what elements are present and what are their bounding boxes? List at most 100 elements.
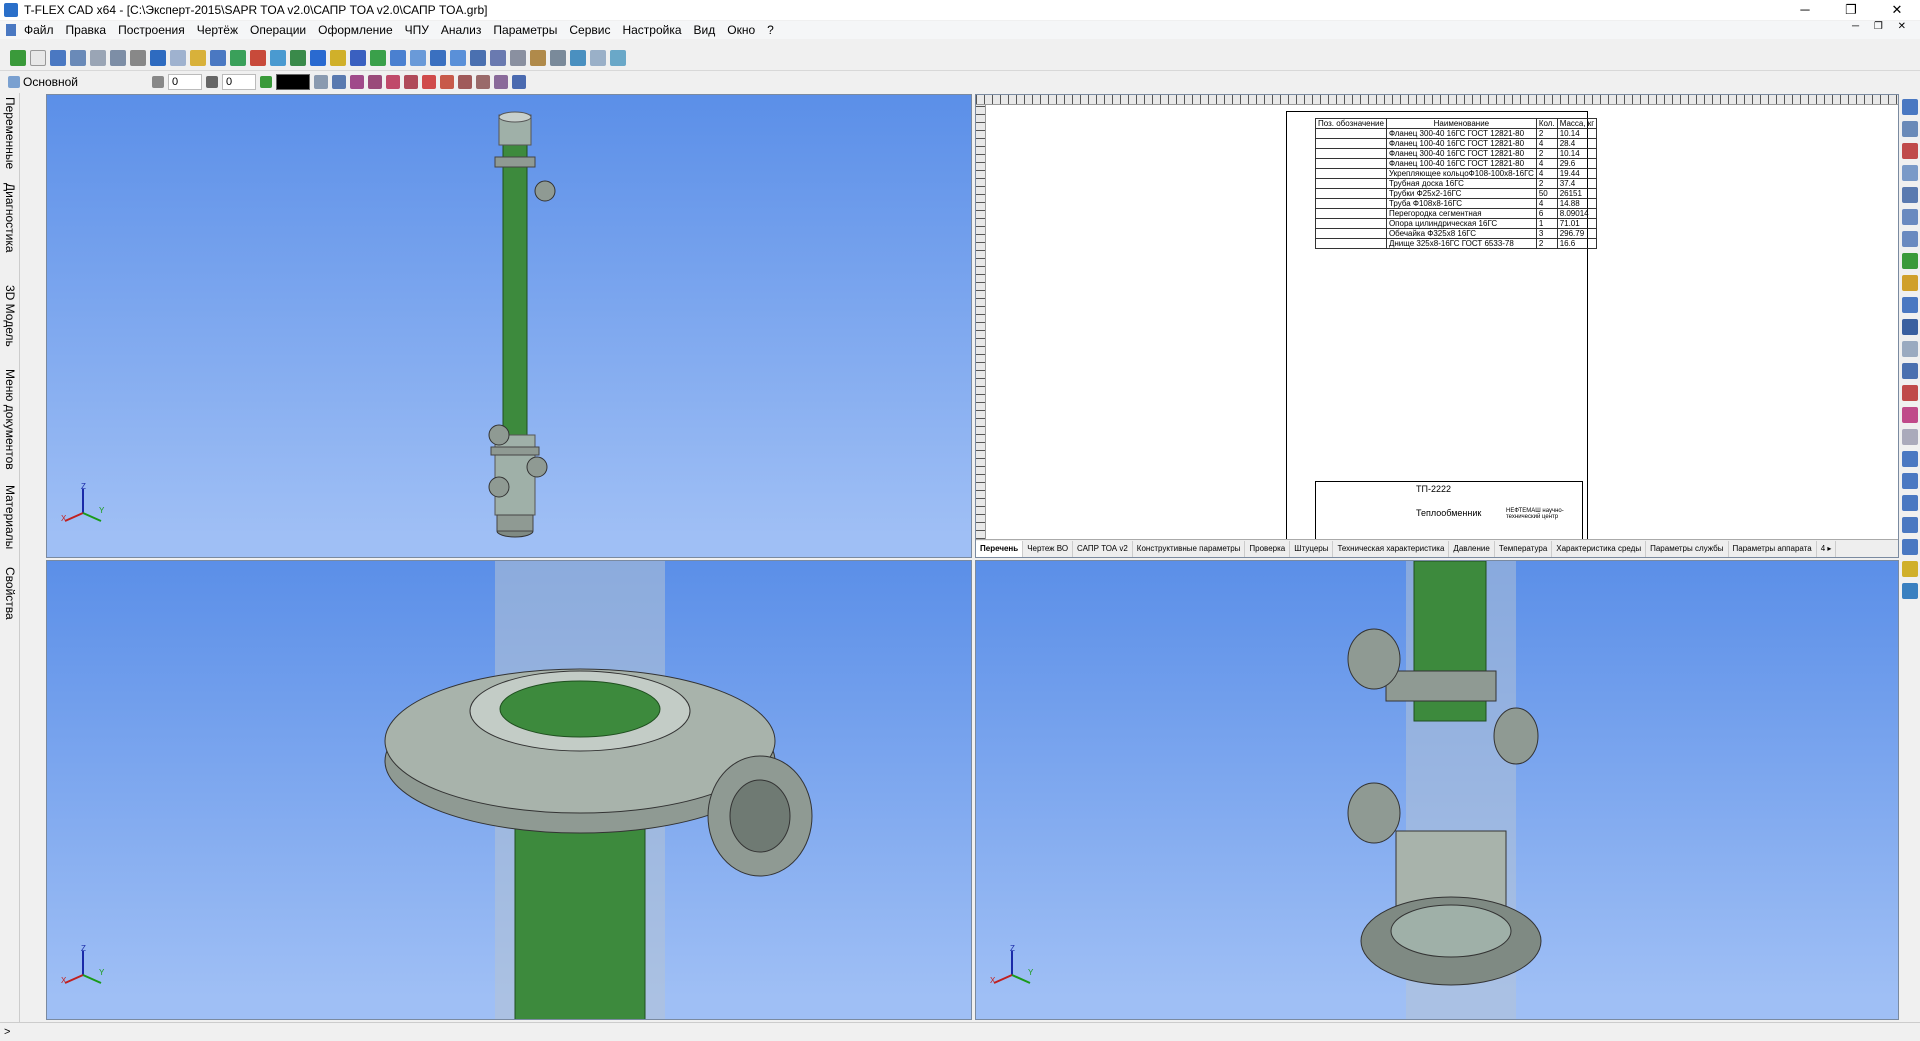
menu-parameters[interactable]: Параметры: [487, 21, 563, 39]
page-tab[interactable]: Давление: [1449, 540, 1495, 557]
page-tab[interactable]: Штуцеры: [1290, 540, 1334, 557]
menu-service[interactable]: Сервис: [563, 21, 616, 39]
tab-diagnostics[interactable]: Диагностика: [2, 183, 18, 253]
minimize-button[interactable]: ─: [1782, 0, 1828, 20]
zoom-window-icon[interactable]: [1902, 187, 1918, 203]
rotate-icon[interactable]: [310, 50, 326, 66]
document-icon[interactable]: [6, 24, 16, 36]
page-tab[interactable]: Чертеж ВО: [1023, 540, 1074, 557]
view-rotate-icon[interactable]: [1902, 99, 1918, 115]
tabs-scroll-button[interactable]: 4 ▸: [1817, 540, 1837, 557]
view-iso-icon[interactable]: [1902, 517, 1918, 533]
tools-icon[interactable]: [590, 50, 606, 66]
shading-icon[interactable]: [1902, 341, 1918, 357]
printer-icon[interactable]: [130, 50, 146, 66]
view-options-icon[interactable]: [512, 74, 526, 89]
render-icon[interactable]: [1902, 319, 1918, 335]
ruler-icon[interactable]: [190, 50, 206, 66]
measure-icon[interactable]: [490, 50, 506, 66]
page-tab[interactable]: Температура: [1495, 540, 1553, 557]
sketch-icon[interactable]: [270, 50, 286, 66]
view-settings-icon[interactable]: [1902, 583, 1918, 599]
array-icon[interactable]: [410, 50, 426, 66]
assembly-icon[interactable]: [450, 50, 466, 66]
tab-properties[interactable]: Свойства: [2, 567, 18, 620]
camera-icon[interactable]: [1902, 297, 1918, 313]
view-cube-icon[interactable]: [1902, 539, 1918, 555]
table-view-icon[interactable]: [1902, 363, 1918, 379]
confirm-icon[interactable]: [10, 50, 26, 66]
zoom-fit-icon[interactable]: [1902, 165, 1918, 181]
grid-icon[interactable]: [422, 74, 436, 89]
view-pan-icon[interactable]: [1902, 121, 1918, 137]
menu-help[interactable]: ?: [761, 21, 780, 39]
zoom-in-icon[interactable]: [1902, 209, 1918, 225]
page-tab[interactable]: Проверка: [1245, 540, 1291, 557]
menu-settings[interactable]: Настройка: [616, 21, 687, 39]
snap-icon[interactable]: [332, 74, 346, 89]
extrude-icon[interactable]: [290, 50, 306, 66]
section-icon[interactable]: [1902, 253, 1918, 269]
view-top-icon[interactable]: [1902, 473, 1918, 489]
color-palette-icon[interactable]: [260, 75, 272, 88]
close-button[interactable]: ✕: [1874, 0, 1920, 20]
menu-edit[interactable]: Правка: [60, 21, 113, 39]
color-icon[interactable]: [1902, 407, 1918, 423]
boolean-icon[interactable]: [330, 50, 346, 66]
view-left-icon[interactable]: [1902, 495, 1918, 511]
viewport-3d-overview[interactable]: Z X Y: [46, 94, 972, 558]
report-icon[interactable]: [530, 50, 546, 66]
dynamic-snap-icon[interactable]: [476, 74, 490, 89]
layer-selector[interactable]: Основной: [8, 75, 148, 89]
tab-materials[interactable]: Материалы: [2, 485, 18, 549]
page-tab[interactable]: Техническая характеристика: [1333, 540, 1450, 557]
view-options-icon[interactable]: [1902, 561, 1918, 577]
save-icon[interactable]: [70, 50, 86, 66]
tab-variables[interactable]: Переменные: [2, 97, 18, 169]
link-icon[interactable]: [570, 50, 586, 66]
menu-view[interactable]: Вид: [688, 21, 722, 39]
print-icon[interactable]: [90, 50, 106, 66]
fillet-icon[interactable]: [370, 50, 386, 66]
redo-icon[interactable]: [170, 50, 186, 66]
page-tab[interactable]: Параметры аппарата: [1729, 540, 1817, 557]
print-3d-icon[interactable]: [1902, 429, 1918, 445]
undo-icon[interactable]: [150, 50, 166, 66]
snap-center-icon[interactable]: [386, 74, 400, 89]
light-icon[interactable]: [1902, 275, 1918, 291]
menu-operations[interactable]: Операции: [244, 21, 312, 39]
menu-analysis[interactable]: Анализ: [435, 21, 488, 39]
zoom-out-icon[interactable]: [1902, 231, 1918, 247]
tab-3d-model[interactable]: 3D Модель: [2, 285, 18, 347]
workplane-icon[interactable]: [230, 50, 246, 66]
mirror-icon[interactable]: [430, 50, 446, 66]
tab-documents-menu[interactable]: Меню документов: [2, 369, 18, 470]
angle-snap-icon[interactable]: [458, 74, 472, 89]
maximize-button[interactable]: ❐: [1828, 0, 1874, 20]
snap-line-icon[interactable]: [368, 74, 382, 89]
snap-tangent-icon[interactable]: [404, 74, 418, 89]
point-icon[interactable]: [250, 50, 266, 66]
object-snap-icon[interactable]: [494, 74, 508, 89]
page-tab[interactable]: Перечень: [976, 540, 1024, 557]
level-spinner[interactable]: 0: [168, 73, 202, 90]
menu-cnc[interactable]: ЧПУ: [399, 21, 435, 39]
model-icon[interactable]: [610, 50, 626, 66]
new-document-icon[interactable]: [30, 50, 46, 66]
page-tab[interactable]: Конструктивные параметры: [1133, 540, 1246, 557]
fragment-icon[interactable]: [470, 50, 486, 66]
viewport-3d-flange-detail[interactable]: Z X Y: [46, 560, 972, 1020]
variables-icon[interactable]: [550, 50, 566, 66]
shell-icon[interactable]: [350, 50, 366, 66]
page-tab[interactable]: САПР ТОА v2: [1073, 540, 1133, 557]
menu-window[interactable]: Окно: [721, 21, 761, 39]
menu-file[interactable]: Файл: [18, 21, 60, 39]
ortho-icon[interactable]: [440, 74, 454, 89]
menu-format[interactable]: Оформление: [312, 21, 398, 39]
print-preview-icon[interactable]: [110, 50, 126, 66]
mdi-window-buttons[interactable]: ─ ❐ ✕: [1852, 21, 1912, 32]
page-tab[interactable]: Параметры службы: [1646, 540, 1729, 557]
snap-node-icon[interactable]: [350, 74, 364, 89]
page-tab[interactable]: Характеристика среды: [1552, 540, 1647, 557]
select-icon[interactable]: [210, 50, 226, 66]
